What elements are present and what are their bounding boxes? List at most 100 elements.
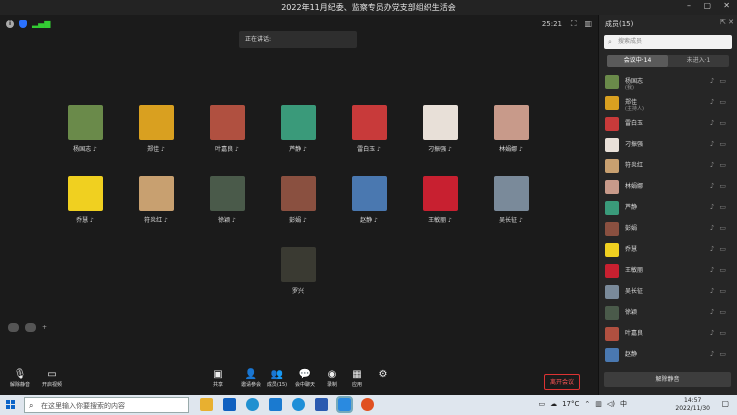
mic-camera-icon[interactable]: ♪▭ — [710, 98, 731, 106]
windows-taskbar: ⌕ 在这里输入你要搜索的内容 ▭ ☁ 17°C ⌃ ▥ ◁) 中 14:57 2… — [0, 395, 737, 415]
member-row[interactable]: 赵静 ♪▭ — [605, 348, 735, 368]
settings-button[interactable]: ⚙ — [368, 369, 398, 381]
member-row[interactable]: 刁振强 ♪▭ — [605, 138, 735, 158]
avatar — [280, 105, 316, 140]
tab-in-meeting[interactable]: 会议中·14 — [607, 55, 668, 67]
emoji-reaction-icon[interactable] — [8, 323, 19, 332]
mic-camera-icon[interactable]: ♪▭ — [710, 203, 731, 211]
member-row[interactable]: 杨国志 (我) ♪▭ — [605, 75, 735, 95]
member-name: 刁振强 — [625, 141, 644, 148]
browser-icon[interactable] — [361, 398, 374, 411]
volume-icon[interactable]: ◁) — [607, 400, 615, 408]
edge-icon[interactable] — [246, 398, 259, 411]
tab-not-joined[interactable]: 未进入·1 — [668, 55, 729, 67]
participant-tile[interactable]: 徐颖 ♪ — [209, 176, 245, 226]
mic-camera-icon[interactable]: ♪▭ — [710, 119, 731, 127]
member-row[interactable]: 叶嘉良 ♪▭ — [605, 327, 735, 347]
signal-icon[interactable]: ▂▄▆ — [32, 20, 50, 28]
avatar — [280, 247, 316, 282]
mic-camera-icon[interactable]: ♪▭ — [710, 140, 731, 148]
maximize-icon[interactable]: ▢ — [703, 1, 711, 10]
mic-muted-icon: ♪ — [162, 217, 168, 224]
fullscreen-icon[interactable]: ⛶ — [571, 19, 577, 29]
participant-tile[interactable]: 符炎红 ♪ — [138, 176, 174, 226]
participant-tile[interactable]: 杨国志 ♪ — [67, 105, 103, 155]
participant-tile[interactable]: 彭娟 ♪ — [280, 176, 316, 226]
word-icon[interactable] — [315, 398, 328, 411]
member-row[interactable]: 王敏丽 ♪▭ — [605, 264, 735, 284]
security-icon[interactable] — [269, 398, 282, 411]
member-row[interactable]: 郑佳 (主持人) ♪▭ — [605, 96, 735, 116]
participant-tile[interactable]: 郑佳 ♪ — [138, 105, 174, 155]
member-row[interactable]: 彭娟 ♪▭ — [605, 222, 735, 242]
battery-icon[interactable]: ▭ — [538, 400, 545, 408]
mail-icon[interactable] — [223, 398, 236, 411]
info-icon[interactable]: i — [6, 20, 14, 28]
participant-tile[interactable]: 吴长征 ♪ — [493, 176, 529, 226]
mic-camera-icon[interactable]: ♪▭ — [710, 245, 731, 253]
mic-camera-icon[interactable]: ♪▭ — [710, 266, 731, 274]
avatar — [493, 176, 529, 211]
minimize-icon[interactable]: – — [687, 1, 691, 10]
participant-name: 杨国志 — [73, 146, 92, 153]
mic-camera-icon[interactable]: ♪▭ — [710, 308, 731, 316]
participant-tile[interactable]: 雷白玉 ♪ — [351, 105, 387, 155]
members-button[interactable]: 👥 成员(15) — [262, 369, 292, 388]
shield-icon[interactable] — [19, 20, 27, 28]
member-row[interactable]: 乔慧 ♪▭ — [605, 243, 735, 263]
participant-tile[interactable]: 林娟娜 ♪ — [493, 105, 529, 155]
weather-icon[interactable]: ☁ — [550, 400, 557, 408]
mic-camera-icon[interactable]: ♪▭ — [710, 182, 731, 190]
close-icon[interactable]: ✕ — [723, 1, 730, 10]
unmute-button[interactable]: 🎙 解除静音 — [5, 369, 35, 388]
participant-tile[interactable]: 赵静 ♪ — [351, 176, 387, 226]
member-row[interactable]: 吴长征 ♪▭ — [605, 285, 735, 305]
notification-icon[interactable]: ▢ — [721, 399, 729, 408]
member-row[interactable]: 芦静 ♪▭ — [605, 201, 735, 221]
member-row[interactable]: 雷白玉 ♪▭ — [605, 117, 735, 137]
unmute-all-button[interactable]: 解除静音 — [604, 372, 731, 387]
participant-name: 林娟娜 — [499, 146, 518, 153]
taskbar-search-input[interactable]: ⌕ 在这里输入你要搜索的内容 — [24, 397, 189, 413]
network-icon[interactable]: ▥ — [595, 400, 602, 408]
system-clock[interactable]: 14:57 2022/11/30 — [675, 397, 710, 413]
member-search-input[interactable]: ⌕ 搜索成员 — [604, 35, 732, 49]
chevron-up-icon[interactable]: ⌃ — [584, 400, 590, 408]
ie-icon[interactable] — [292, 398, 305, 411]
start-video-button[interactable]: ▭ 开启视频 — [37, 369, 67, 388]
participant-name: 芦静 — [289, 146, 302, 153]
avatar — [605, 201, 619, 215]
participant-tile[interactable]: 刁振强 ♪ — [422, 105, 458, 155]
member-row[interactable]: 符炎红 ♪▭ — [605, 159, 735, 179]
share-button[interactable]: ▣ 共享 — [203, 369, 233, 388]
participant-tile[interactable]: 罗兴 — [280, 247, 316, 297]
mic-camera-icon[interactable]: ♪▭ — [710, 224, 731, 232]
meeting-app-icon[interactable] — [336, 396, 353, 413]
member-role: (主持人) — [625, 106, 644, 112]
mic-camera-icon[interactable]: ♪▭ — [710, 77, 731, 85]
participant-tile[interactable]: 叶嘉良 ♪ — [209, 105, 245, 155]
windows-start-icon[interactable] — [6, 400, 16, 410]
avatar — [138, 176, 174, 211]
mic-camera-icon[interactable]: ♪▭ — [710, 350, 731, 358]
chat-button[interactable]: 💬 会中聊天 — [290, 369, 320, 388]
panel-popout-icon[interactable]: ⇱ ✕ — [720, 18, 734, 26]
layout-icon[interactable]: ▥ — [584, 19, 592, 29]
participant-name: 乔慧 — [76, 217, 89, 224]
leave-meeting-button[interactable]: 离开会议 — [544, 374, 580, 390]
member-row[interactable]: 徐颖 ♪▭ — [605, 306, 735, 326]
mic-camera-icon[interactable]: ♪▭ — [710, 287, 731, 295]
mic-camera-icon[interactable]: ♪▭ — [710, 161, 731, 169]
more-icon[interactable]: + — [42, 323, 47, 332]
participant-tile[interactable]: 乔慧 ♪ — [67, 176, 103, 226]
participant-tile[interactable]: 芦静 ♪ — [280, 105, 316, 155]
file-explorer-icon[interactable] — [200, 398, 213, 411]
avatar — [605, 327, 619, 341]
participant-tile[interactable]: 王敏丽 ♪ — [422, 176, 458, 226]
ime-indicator[interactable]: 中 — [620, 399, 627, 409]
member-name: 叶嘉良 — [625, 330, 644, 337]
mic-muted-icon: ♪ — [301, 146, 307, 153]
mic-camera-icon[interactable]: ♪▭ — [710, 329, 731, 337]
chat-bubble-icon[interactable] — [25, 323, 36, 332]
member-row[interactable]: 林娟娜 ♪▭ — [605, 180, 735, 200]
